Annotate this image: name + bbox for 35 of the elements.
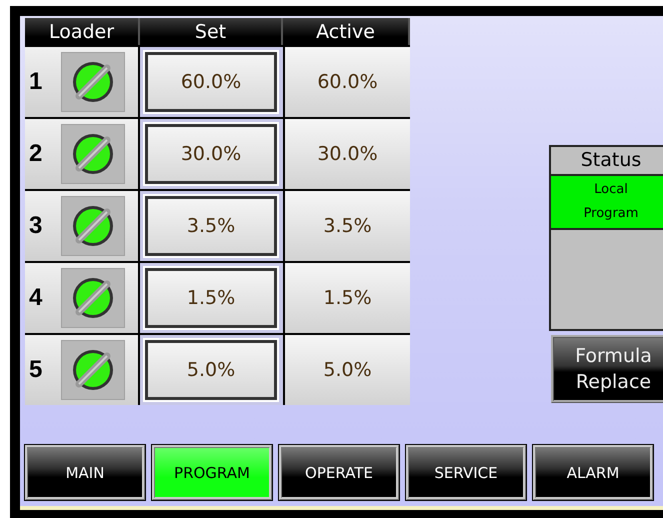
nav-button[interactable]: ALARM [533, 445, 653, 500]
loader-number: 2 [29, 140, 44, 168]
switch-button[interactable] [61, 196, 125, 256]
column-header: Active [283, 18, 410, 45]
selector-switch-icon [71, 132, 115, 176]
loader-number: 1 [29, 68, 44, 96]
set-value-button[interactable]: 60.0% [143, 50, 279, 114]
set-value-button[interactable]: 3.5% [143, 194, 279, 258]
set-value-button[interactable]: 30.0% [143, 122, 279, 186]
active-value-cell: 5.0% [285, 335, 410, 405]
switch-button[interactable] [61, 268, 125, 328]
nav-button[interactable]: MAIN [25, 445, 145, 500]
set-value-button[interactable]: 5.0% [143, 338, 279, 402]
selector-switch-icon [71, 348, 115, 392]
active-value-cell: 60.0% [285, 47, 410, 117]
loader-number: 4 [29, 284, 44, 312]
column-header: Loader [25, 18, 140, 45]
column-header: Set [140, 18, 283, 45]
active-value-cell: 3.5% [285, 191, 410, 261]
active-value-cell: 1.5% [285, 263, 410, 333]
nav-button[interactable]: SERVICE [406, 445, 526, 500]
status-value: Local Program [551, 176, 663, 230]
nav-button[interactable]: PROGRAM [152, 445, 272, 500]
selector-switch-icon [71, 276, 115, 320]
selector-switch-icon [71, 204, 115, 248]
formula-replace-button[interactable]: Formula Replace [551, 335, 663, 403]
active-value-cell: 30.0% [285, 119, 410, 189]
switch-button[interactable] [61, 340, 125, 400]
nav-button[interactable]: OPERATE [279, 445, 399, 500]
selector-switch-icon [71, 60, 115, 104]
loader-number: 5 [29, 356, 44, 384]
set-value-button[interactable]: 1.5% [143, 266, 279, 330]
switch-button[interactable] [61, 124, 125, 184]
switch-button[interactable] [61, 52, 125, 112]
loader-number: 3 [29, 212, 44, 240]
